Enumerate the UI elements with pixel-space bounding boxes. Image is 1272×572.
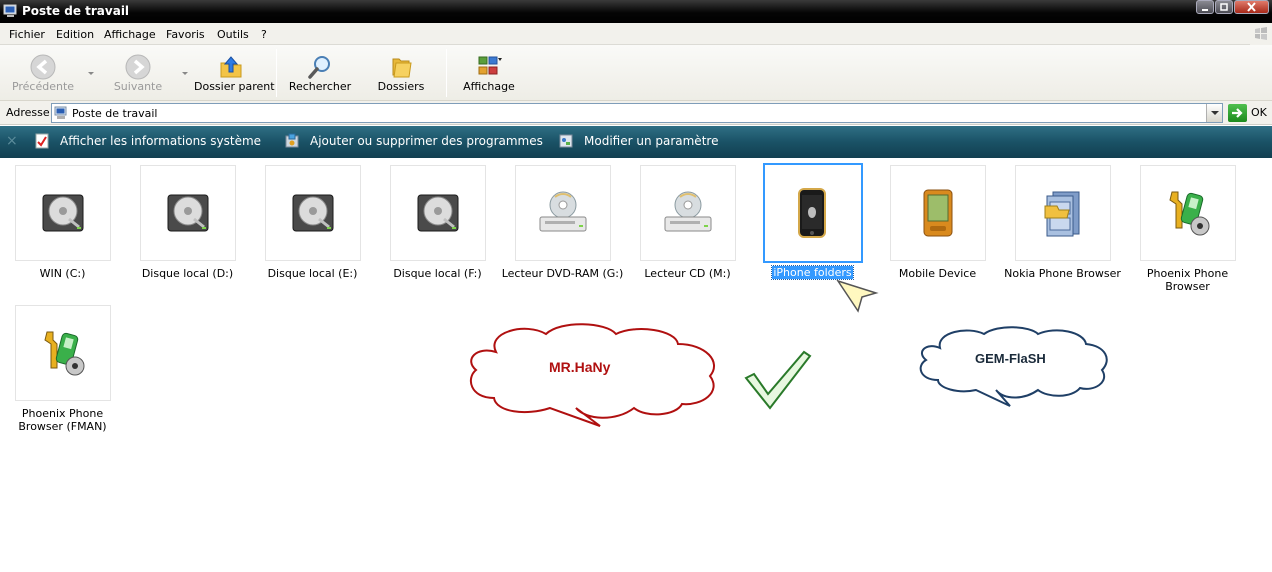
search-label: Rechercher (288, 80, 352, 93)
parent-folder-icon (220, 56, 242, 78)
pda-icon (923, 189, 953, 237)
menu-affichage[interactable]: Affichage (104, 28, 156, 41)
task-label: Modifier un paramètre (584, 134, 719, 148)
control-panel-icon (559, 134, 573, 148)
phone-tool-icon (44, 331, 85, 376)
hard-drive-icon (417, 194, 459, 232)
views-icon (478, 56, 502, 75)
item-label: iPhone folders (771, 265, 854, 280)
folders-button[interactable]: Dossiers (369, 45, 433, 101)
checkmark-icon (744, 350, 812, 410)
folders-label: Dossiers (377, 80, 425, 93)
maximize-button[interactable] (1215, 0, 1233, 14)
toolbar-separator (446, 49, 447, 97)
address-bar: Adresse Poste de travail OK (0, 101, 1272, 125)
minimize-icon (1202, 9, 1208, 11)
tile (1140, 165, 1236, 261)
item-label: Lecteur DVD-RAM (G:) (501, 267, 624, 280)
task-label: Afficher les informations système (60, 134, 262, 148)
menu-fichier[interactable]: Fichier (9, 28, 45, 41)
item-label: Disque local (D:) (141, 267, 234, 280)
item-label-wrap: iPhone folders (750, 265, 875, 280)
item-label: WIN (C:) (39, 267, 86, 280)
go-button[interactable] (1228, 104, 1247, 122)
tile-selected (763, 163, 863, 263)
search-icon (308, 56, 330, 79)
hard-drive-icon (42, 194, 84, 232)
hard-drive-icon (167, 194, 209, 232)
menu-bar: Fichier Edition Affichage Favoris Outils… (0, 23, 1272, 45)
toolbar: Précédente Suivante Dossier parent Reche… (0, 45, 1272, 101)
tile (265, 165, 361, 261)
menu-help[interactable]: ? (261, 28, 267, 41)
speech-bubble-right (919, 326, 1108, 407)
search-button[interactable]: Rechercher (286, 45, 354, 101)
address-label: Adresse (6, 106, 50, 119)
menu-favoris[interactable]: Favoris (166, 28, 205, 41)
go-label[interactable]: OK (1251, 106, 1267, 119)
close-tasks-icon[interactable]: × (6, 133, 18, 149)
item-label: Lecteur CD (M:) (644, 267, 731, 280)
minimize-button[interactable] (1196, 0, 1214, 14)
menu-edition[interactable]: Edition (56, 28, 94, 41)
folders-icon (392, 58, 412, 78)
phone-tool-icon (1169, 191, 1210, 236)
item-label: Disque local (E:) (267, 267, 358, 280)
iphone-icon (798, 188, 826, 238)
back-arrow-icon (30, 54, 56, 80)
bubble-right-text: GEM-FlaSH (975, 351, 1046, 366)
tile (15, 165, 111, 261)
forward-arrow-icon (125, 54, 151, 80)
add-remove-programs-icon (285, 133, 299, 148)
forward-dropdown-icon[interactable] (182, 72, 188, 75)
system-tasks-bar: × Afficher les informations système Ajou… (0, 126, 1272, 158)
windows-logo-icon (1250, 23, 1272, 45)
tile (15, 305, 111, 401)
parent-folder-label: Dossier parent (194, 80, 275, 93)
close-icon (1247, 2, 1256, 12)
tile (890, 165, 986, 261)
hard-drive-icon (292, 194, 334, 232)
address-dropdown-button[interactable] (1206, 104, 1222, 122)
item-label: Nokia Phone Browser (1004, 267, 1121, 280)
go-arrow-icon (1232, 108, 1243, 118)
restore-icon (1220, 3, 1228, 11)
bubble-left-text: MR.HaNy (549, 359, 611, 375)
tile (1015, 165, 1111, 261)
filing-cabinet-icon (1044, 191, 1080, 237)
back-dropdown-icon[interactable] (88, 72, 94, 75)
tile (140, 165, 236, 261)
tile (640, 165, 736, 261)
views-button[interactable]: Affichage (458, 45, 520, 101)
toolbar-separator (276, 49, 277, 97)
parent-folder-button[interactable]: Dossier parent (194, 45, 275, 101)
task-label: Ajouter ou supprimer des programmes (310, 134, 543, 148)
cd-drive-icon (664, 191, 712, 232)
cursor-arrow-icon (836, 279, 879, 313)
tile (390, 165, 486, 261)
views-label: Affichage (463, 80, 515, 93)
close-button[interactable] (1234, 0, 1269, 14)
speech-bubble-left (469, 323, 716, 427)
address-input[interactable]: Poste de travail (51, 103, 1223, 123)
tile (515, 165, 611, 261)
back-label: Précédente (11, 80, 75, 93)
item-label: Phoenix Phone Browser (FMAN) (18, 407, 107, 433)
computer-icon (3, 4, 17, 17)
system-info-icon (35, 133, 49, 149)
forward-label: Suivante (113, 80, 163, 93)
menu-outils[interactable]: Outils (217, 28, 249, 41)
window-title: Poste de travail (22, 4, 130, 18)
item-label: Disque local (F:) (393, 267, 482, 280)
back-button[interactable]: Précédente (8, 45, 78, 101)
dvd-drive-icon (539, 191, 587, 232)
item-label: Phoenix Phone Browser (1146, 267, 1229, 293)
title-bar: Poste de travail (0, 0, 1272, 23)
address-value: Poste de travail (72, 107, 158, 120)
forward-button[interactable]: Suivante (103, 45, 173, 101)
item-label: Mobile Device (898, 267, 977, 280)
computer-icon (54, 106, 67, 119)
